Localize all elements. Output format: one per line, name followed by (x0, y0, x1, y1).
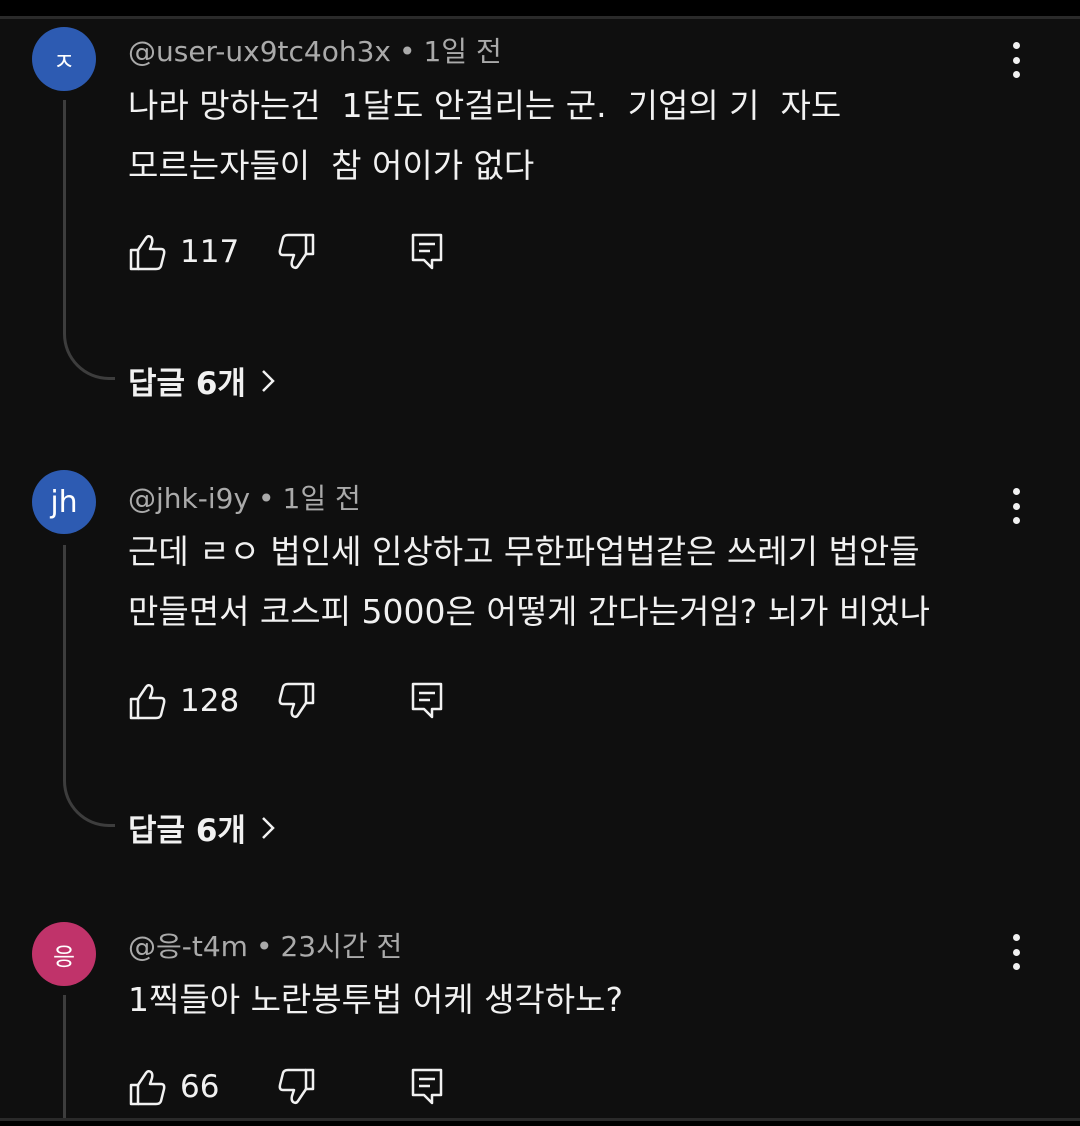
avatar-letter: 응 (52, 942, 76, 971)
replies-button[interactable]: 답글 6개 (128, 805, 276, 850)
comment-text: 나라 망하는건 1달도 안걸리는 군. 기업의 기 자도모르는자들이 참 어이가… (128, 76, 988, 196)
chevron-right-icon (262, 369, 275, 392)
replies-label: 답글 6개 (128, 366, 246, 402)
avatar-letter: ㅈ (52, 47, 76, 76)
comment-meta: @user-ux9tc4oh3x • 1일 전 (128, 30, 502, 70)
replies-button[interactable]: 답글 6개 (128, 358, 276, 403)
avatar[interactable]: jh (32, 470, 96, 534)
comment-meta: @응-t4m • 23시간 전 (128, 925, 402, 965)
author-handle[interactable]: @user-ux9tc4oh3x (128, 35, 391, 68)
thread-curve (63, 330, 115, 380)
comment-meta: @jhk-i9y • 1일 전 (128, 477, 361, 517)
comment-text-line: 근데 ㄹㅇ 법인세 인상하고 무한파업법같은 쓰레기 법안들 (128, 532, 920, 571)
chevron-right-icon (262, 816, 275, 839)
comment-actions: 117 (128, 232, 488, 276)
thread-line (63, 545, 66, 777)
reply-comment-icon[interactable] (410, 1067, 444, 1107)
more-vertical-icon[interactable] (1004, 932, 1028, 972)
comment-time: 1일 전 (282, 482, 361, 515)
bottom-bar-area (0, 1121, 1080, 1126)
thread-curve (63, 777, 115, 827)
more-vertical-icon[interactable] (1004, 40, 1028, 80)
status-bar-area (0, 0, 1080, 16)
author-handle[interactable]: @jhk-i9y (128, 482, 250, 515)
like-count: 128 (180, 683, 240, 719)
like-count: 117 (180, 234, 240, 270)
comment-time: 1일 전 (423, 35, 502, 68)
top-divider (0, 16, 1080, 19)
comment-text-line: 모르는자들이 참 어이가 없다 (128, 146, 535, 185)
comment-time: 23시간 전 (280, 930, 403, 963)
thread-line (63, 100, 66, 330)
comment-actions: 128 (128, 681, 488, 725)
thumbs-up-icon[interactable] (128, 681, 168, 721)
thumbs-up-icon[interactable] (128, 232, 168, 272)
avatar-letter: jh (50, 484, 78, 520)
comment-text-line: 만들면서 코스피 5000은 어떻게 간다는거임? 뇌가 비었나 (128, 592, 930, 631)
replies-label: 답글 6개 (128, 813, 246, 849)
avatar[interactable]: 응 (32, 922, 96, 986)
comment-text-line: 1찍들아 노란봉투법 어케 생각하노? (128, 980, 624, 1019)
thumbs-down-icon[interactable] (276, 681, 316, 721)
reply-comment-icon[interactable] (410, 232, 444, 272)
comment-text: 근데 ㄹㅇ 법인세 인상하고 무한파업법같은 쓰레기 법안들만들면서 코스피 5… (128, 522, 988, 642)
thread-line (63, 995, 66, 1118)
comment-actions: 66 (128, 1067, 488, 1111)
comment-text-line: 나라 망하는건 1달도 안걸리는 군. 기업의 기 자도 (128, 86, 842, 125)
meta-dot: • (398, 35, 416, 68)
more-vertical-icon[interactable] (1004, 486, 1028, 526)
thumbs-down-icon[interactable] (276, 1067, 316, 1107)
like-count: 66 (180, 1069, 220, 1105)
meta-dot: • (255, 930, 273, 963)
thumbs-down-icon[interactable] (276, 232, 316, 272)
author-handle[interactable]: @응-t4m (128, 930, 248, 963)
thumbs-up-icon[interactable] (128, 1067, 168, 1107)
reply-comment-icon[interactable] (410, 681, 444, 721)
comment-text: 1찍들아 노란봉투법 어케 생각하노? (128, 970, 988, 1030)
meta-dot: • (258, 482, 275, 515)
avatar[interactable]: ㅈ (32, 27, 96, 91)
